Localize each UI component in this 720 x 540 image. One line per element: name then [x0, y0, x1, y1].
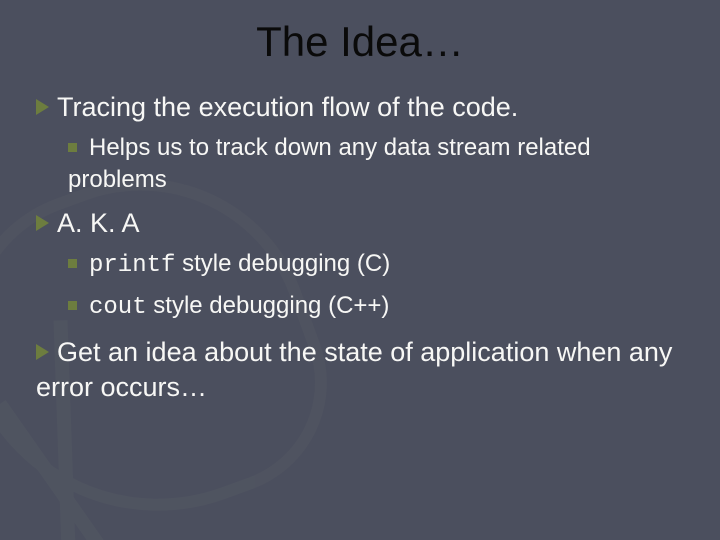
list-item: cout style debugging (C++) [68, 290, 692, 324]
triangle-bullet-icon [36, 215, 49, 231]
square-bullet-icon [68, 143, 77, 152]
triangle-bullet-icon [36, 99, 49, 115]
code-token: printf [89, 252, 175, 279]
bullet-text: Tracing the execution flow of the code. [57, 92, 518, 122]
triangle-bullet-icon [36, 344, 49, 360]
square-bullet-icon [68, 301, 77, 310]
bullet-text: style debugging (C++) [147, 292, 390, 319]
bullet-text: Get an idea about the state of applicati… [36, 337, 672, 403]
code-token: cout [89, 294, 147, 321]
square-bullet-icon [68, 259, 77, 268]
bullet-text: Helps us to track down any data stream r… [68, 134, 591, 193]
slide-title: The Idea… [28, 18, 692, 66]
slide: The Idea… Tracing the execution flow of … [0, 0, 720, 540]
sub-list: printf style debugging (C) cout style de… [36, 248, 692, 325]
list-item: Tracing the execution flow of the code. … [36, 90, 692, 196]
sub-list: Helps us to track down any data stream r… [36, 132, 692, 197]
bullet-text: style debugging (C) [175, 250, 390, 277]
bullet-text: A. K. A [57, 208, 140, 238]
bullet-list: Tracing the execution flow of the code. … [28, 90, 692, 406]
list-item: printf style debugging (C) [68, 248, 692, 282]
list-item: A. K. A printf style debugging (C) cout … [36, 206, 692, 324]
list-item: Helps us to track down any data stream r… [68, 132, 692, 197]
list-item: Get an idea about the state of applicati… [36, 335, 692, 406]
